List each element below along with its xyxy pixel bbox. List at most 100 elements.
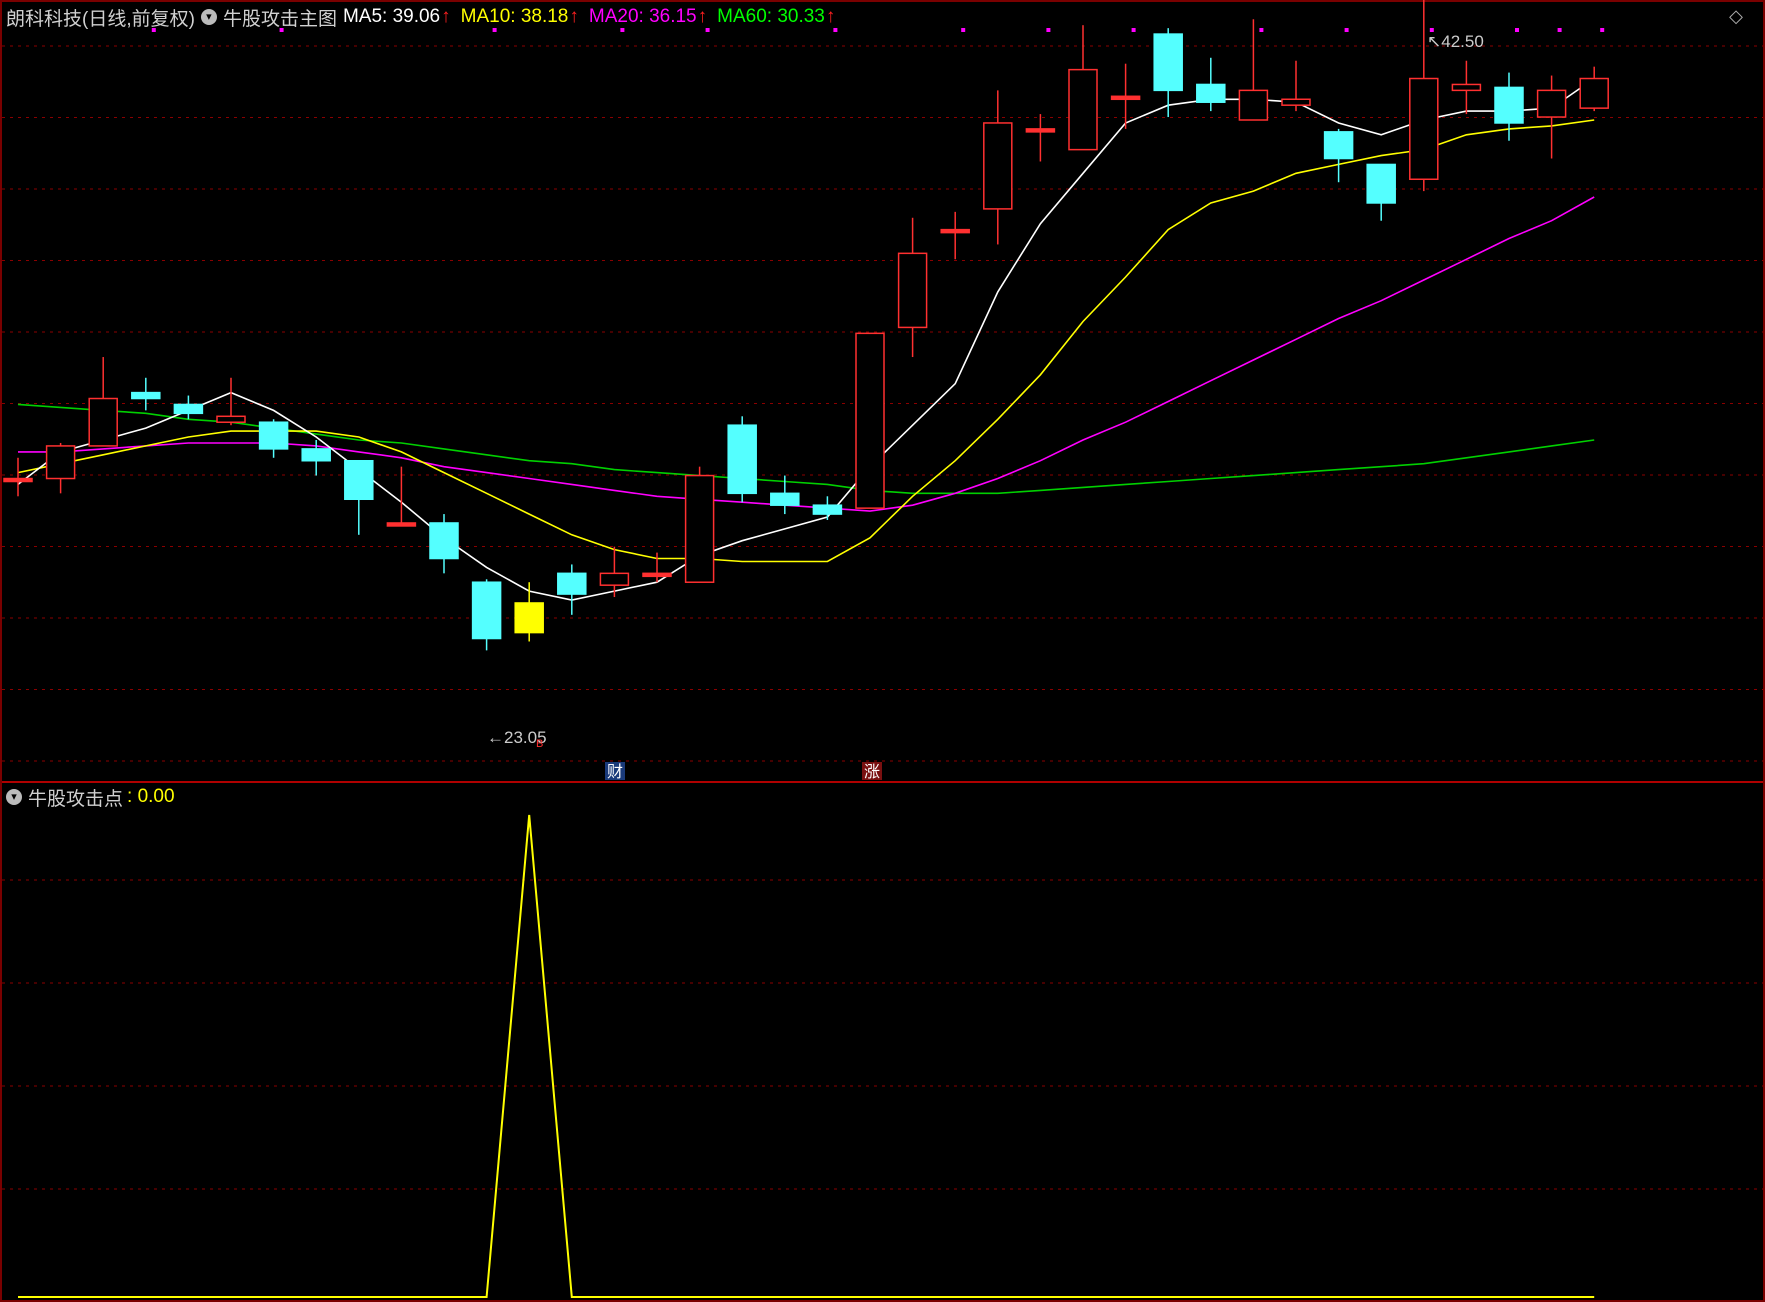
candle	[173, 395, 204, 420]
candle	[216, 377, 246, 426]
candlestick-series[interactable]	[3, 0, 1609, 651]
signal-panel-value: : 0.00	[127, 786, 175, 807]
ma20-series	[18, 196, 1595, 512]
candle	[855, 332, 885, 509]
signal-grid	[2, 879, 1763, 1190]
candle-body	[1536, 89, 1567, 118]
candle-body	[812, 504, 843, 515]
candle	[258, 419, 289, 458]
candle	[45, 442, 76, 494]
diamond-icon[interactable]: ◇	[1729, 6, 1743, 27]
candle	[1196, 57, 1226, 112]
buy-marker: B	[536, 738, 543, 750]
ma10-line	[17, 119, 1595, 563]
ma5-line	[17, 77, 1595, 601]
candle	[344, 459, 374, 535]
signal-dot	[1557, 28, 1562, 32]
signal-panel-header: ▾ 牛股攻击点 : 0.00	[6, 784, 175, 810]
ma10-up-arrow-icon: ↑	[569, 6, 579, 27]
candle	[1536, 75, 1567, 159]
candle-body	[429, 522, 459, 560]
candle-body	[471, 581, 502, 640]
candle	[684, 466, 715, 583]
candle	[1281, 60, 1311, 112]
candle-body	[642, 572, 672, 578]
candle-body	[983, 122, 1013, 210]
ma60-series	[17, 403, 1595, 495]
candle-body	[1153, 33, 1183, 92]
ma5-series	[17, 77, 1595, 601]
candle	[1366, 163, 1396, 221]
candle-body	[1323, 131, 1354, 160]
candle	[1238, 19, 1269, 121]
signal-dot	[961, 28, 966, 32]
chart-frame	[0, 0, 1765, 1302]
indicator-name[interactable]: 牛股攻击主图	[223, 4, 337, 31]
main-chart-header: 朗科科技(日线,前复权) ▾ 牛股攻击主图 MA5: 39.06 ↑ MA10: …	[6, 4, 845, 30]
stock-title[interactable]: 朗科科技(日线,前复权)	[6, 4, 195, 31]
chevron-down-icon[interactable]: ▾	[200, 9, 217, 25]
ma60-label: MA60: 30.33	[717, 6, 825, 27]
candle	[471, 579, 502, 651]
candle-body	[3, 477, 33, 483]
chevron-down-icon[interactable]: ▾	[6, 789, 22, 805]
candle	[940, 211, 970, 260]
candle	[131, 377, 161, 411]
candle-body	[727, 424, 757, 495]
signal-dot	[1046, 28, 1051, 32]
candle	[897, 217, 928, 358]
ma60-line	[17, 403, 1595, 495]
candle-body	[258, 421, 289, 450]
candle-body	[1110, 95, 1141, 101]
ma60-up-arrow-icon: ↑	[825, 6, 836, 27]
candle	[1068, 25, 1098, 151]
candle-body	[88, 397, 118, 447]
candle-body	[855, 332, 885, 509]
signal-line	[18, 814, 1595, 1298]
candle-body	[1366, 163, 1396, 204]
candle	[812, 496, 843, 520]
stock-chart-canvas: ↖42.50 ←23.05 B 财 涨	[0, 0, 1765, 1302]
ma5-up-arrow-icon: ↑	[441, 6, 451, 27]
candle-body	[386, 522, 417, 527]
limit-up-marker[interactable]: 涨	[864, 762, 880, 781]
candle-body	[770, 492, 800, 506]
candle-body	[1068, 68, 1098, 151]
candle	[514, 582, 544, 642]
candle-body	[599, 572, 630, 586]
ma20-up-arrow-icon: ↑	[697, 6, 708, 27]
signal-panel-label[interactable]: 牛股攻击点	[28, 784, 123, 811]
ma10-series	[17, 119, 1595, 563]
candle	[1451, 60, 1482, 115]
ma20-line	[18, 196, 1595, 512]
candle-body	[131, 391, 161, 400]
candle-body	[1451, 83, 1482, 92]
candle	[1579, 66, 1609, 112]
candle-body	[301, 448, 331, 462]
candle-body	[173, 403, 204, 415]
candle-body	[1409, 77, 1439, 181]
candle-body	[897, 252, 928, 329]
candle-body	[940, 228, 970, 234]
ma20-label: MA20: 36.15	[588, 6, 697, 27]
signal-dot	[1131, 28, 1136, 32]
candle	[1323, 128, 1354, 183]
candle-body	[344, 459, 374, 501]
candle-body	[1196, 83, 1226, 103]
candle-body	[1025, 128, 1056, 133]
candle-body	[1238, 89, 1269, 121]
candle	[429, 514, 459, 574]
signal-dot	[1344, 28, 1349, 32]
candle	[983, 90, 1013, 245]
signal-series	[18, 814, 1595, 1298]
finance-marker[interactable]: 财	[607, 762, 623, 781]
candle-body	[684, 474, 715, 583]
candle	[386, 466, 417, 527]
high-price-label: ↖42.50	[1427, 32, 1484, 51]
candle-body	[1281, 98, 1311, 106]
signal-dot	[1259, 28, 1264, 32]
candle	[1025, 114, 1056, 162]
candle	[557, 564, 587, 615]
candle	[88, 357, 118, 447]
candle	[727, 416, 757, 503]
